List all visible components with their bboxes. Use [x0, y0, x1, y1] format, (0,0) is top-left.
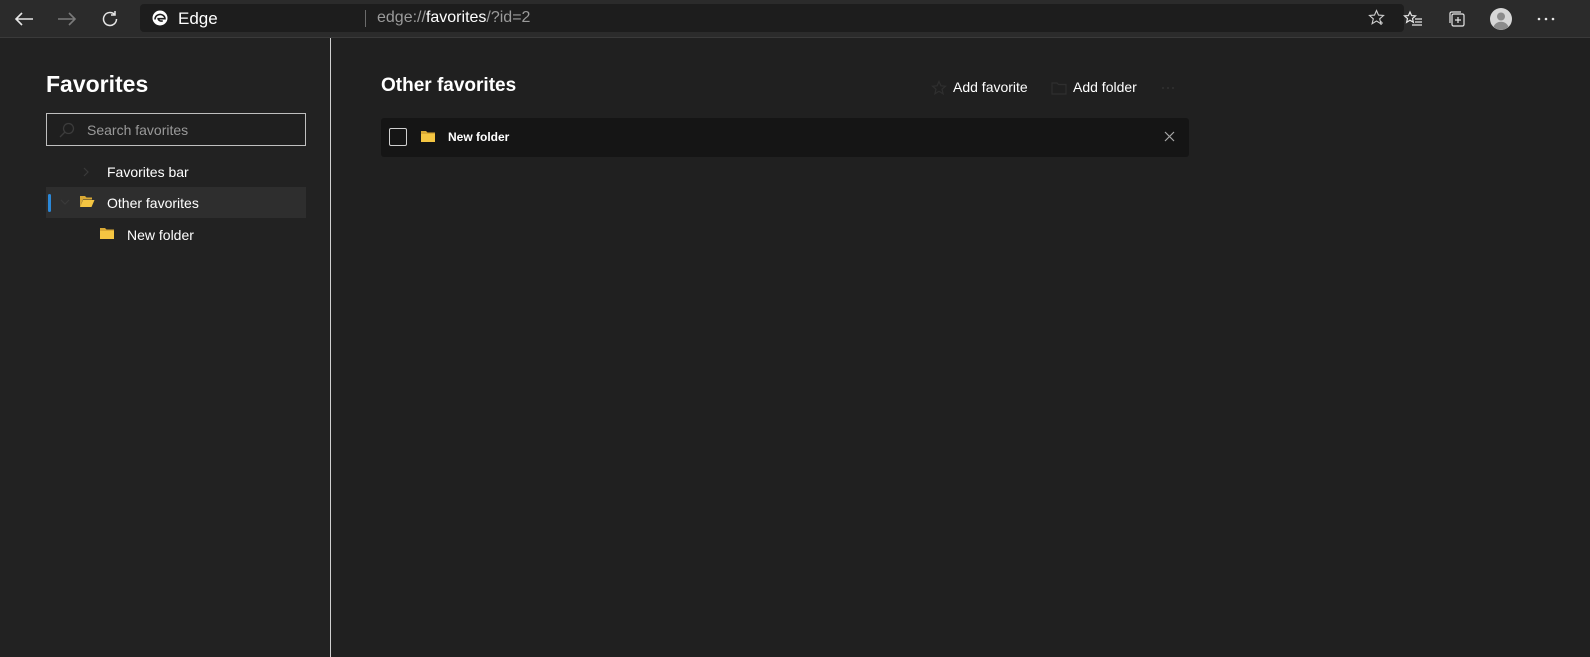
collections-button[interactable]	[1440, 2, 1474, 36]
avatar-icon	[1490, 8, 1512, 30]
chevron-right-icon	[83, 167, 89, 177]
edge-logo-icon	[152, 10, 168, 26]
more-options-button[interactable]	[1160, 78, 1180, 98]
search-icon	[59, 122, 75, 138]
url-text[interactable]: edge://favorites/?id=2	[377, 9, 530, 27]
sidebar-item-label: Favorites bar	[107, 164, 189, 180]
chevron-down-icon	[60, 199, 70, 205]
url-path: /?id=2	[486, 9, 531, 26]
search-box[interactable]	[46, 113, 306, 146]
forward-arrow-icon	[58, 12, 77, 26]
star-icon	[931, 80, 947, 96]
add-folder-icon	[1051, 82, 1067, 95]
sidebar-item-other-favorites[interactable]: Other favorites	[46, 187, 306, 218]
add-favorite-button[interactable]: Add favorite	[931, 78, 1031, 98]
favorites-sidebar: Favorites Favorites bar Other favorites …	[0, 38, 331, 657]
list-item-label: New folder	[448, 130, 510, 144]
settings-more-button[interactable]	[1529, 2, 1563, 36]
list-item[interactable]: New folder	[381, 118, 1189, 157]
folder-icon	[100, 228, 114, 239]
url-scheme: edge://	[377, 9, 426, 26]
sidebar-item-label: New folder	[127, 227, 194, 243]
sidebar-title: Favorites	[46, 71, 149, 97]
more-dots-icon	[1161, 86, 1175, 90]
sidebar-item-new-folder[interactable]: New folder	[46, 219, 306, 250]
close-icon[interactable]	[1164, 131, 1175, 142]
collections-icon	[1449, 11, 1465, 27]
page-title: Other favorites	[381, 75, 517, 96]
select-checkbox[interactable]	[389, 128, 407, 146]
forward-button[interactable]	[50, 2, 84, 36]
back-arrow-icon	[14, 12, 33, 26]
refresh-icon	[102, 11, 118, 27]
refresh-button[interactable]	[93, 2, 127, 36]
selection-indicator	[48, 194, 51, 212]
address-separator	[365, 10, 366, 27]
add-favorite-label: Add favorite	[953, 79, 1028, 95]
open-folder-icon	[80, 196, 95, 207]
address-bar[interactable]: Edge edge://favorites/?id=2	[140, 4, 1404, 32]
add-folder-label: Add folder	[1073, 79, 1137, 95]
add-to-favorites-star-icon[interactable]	[1368, 9, 1385, 26]
sidebar-item-label: Other favorites	[107, 195, 199, 211]
profile-button[interactable]	[1484, 2, 1518, 36]
url-host: favorites	[425, 9, 487, 26]
browser-toolbar: Edge edge://favorites/?id=2	[0, 0, 1590, 38]
favorites-list-icon	[1403, 10, 1422, 26]
sidebar-item-favorites-bar[interactable]: Favorites bar	[46, 156, 306, 187]
search-input[interactable]	[87, 119, 297, 140]
folder-icon	[421, 131, 435, 142]
more-dots-icon	[1537, 17, 1555, 21]
site-name: Edge	[178, 9, 218, 28]
favorites-button[interactable]	[1396, 2, 1430, 36]
back-button[interactable]	[7, 2, 41, 36]
add-folder-button[interactable]: Add folder	[1051, 78, 1151, 98]
